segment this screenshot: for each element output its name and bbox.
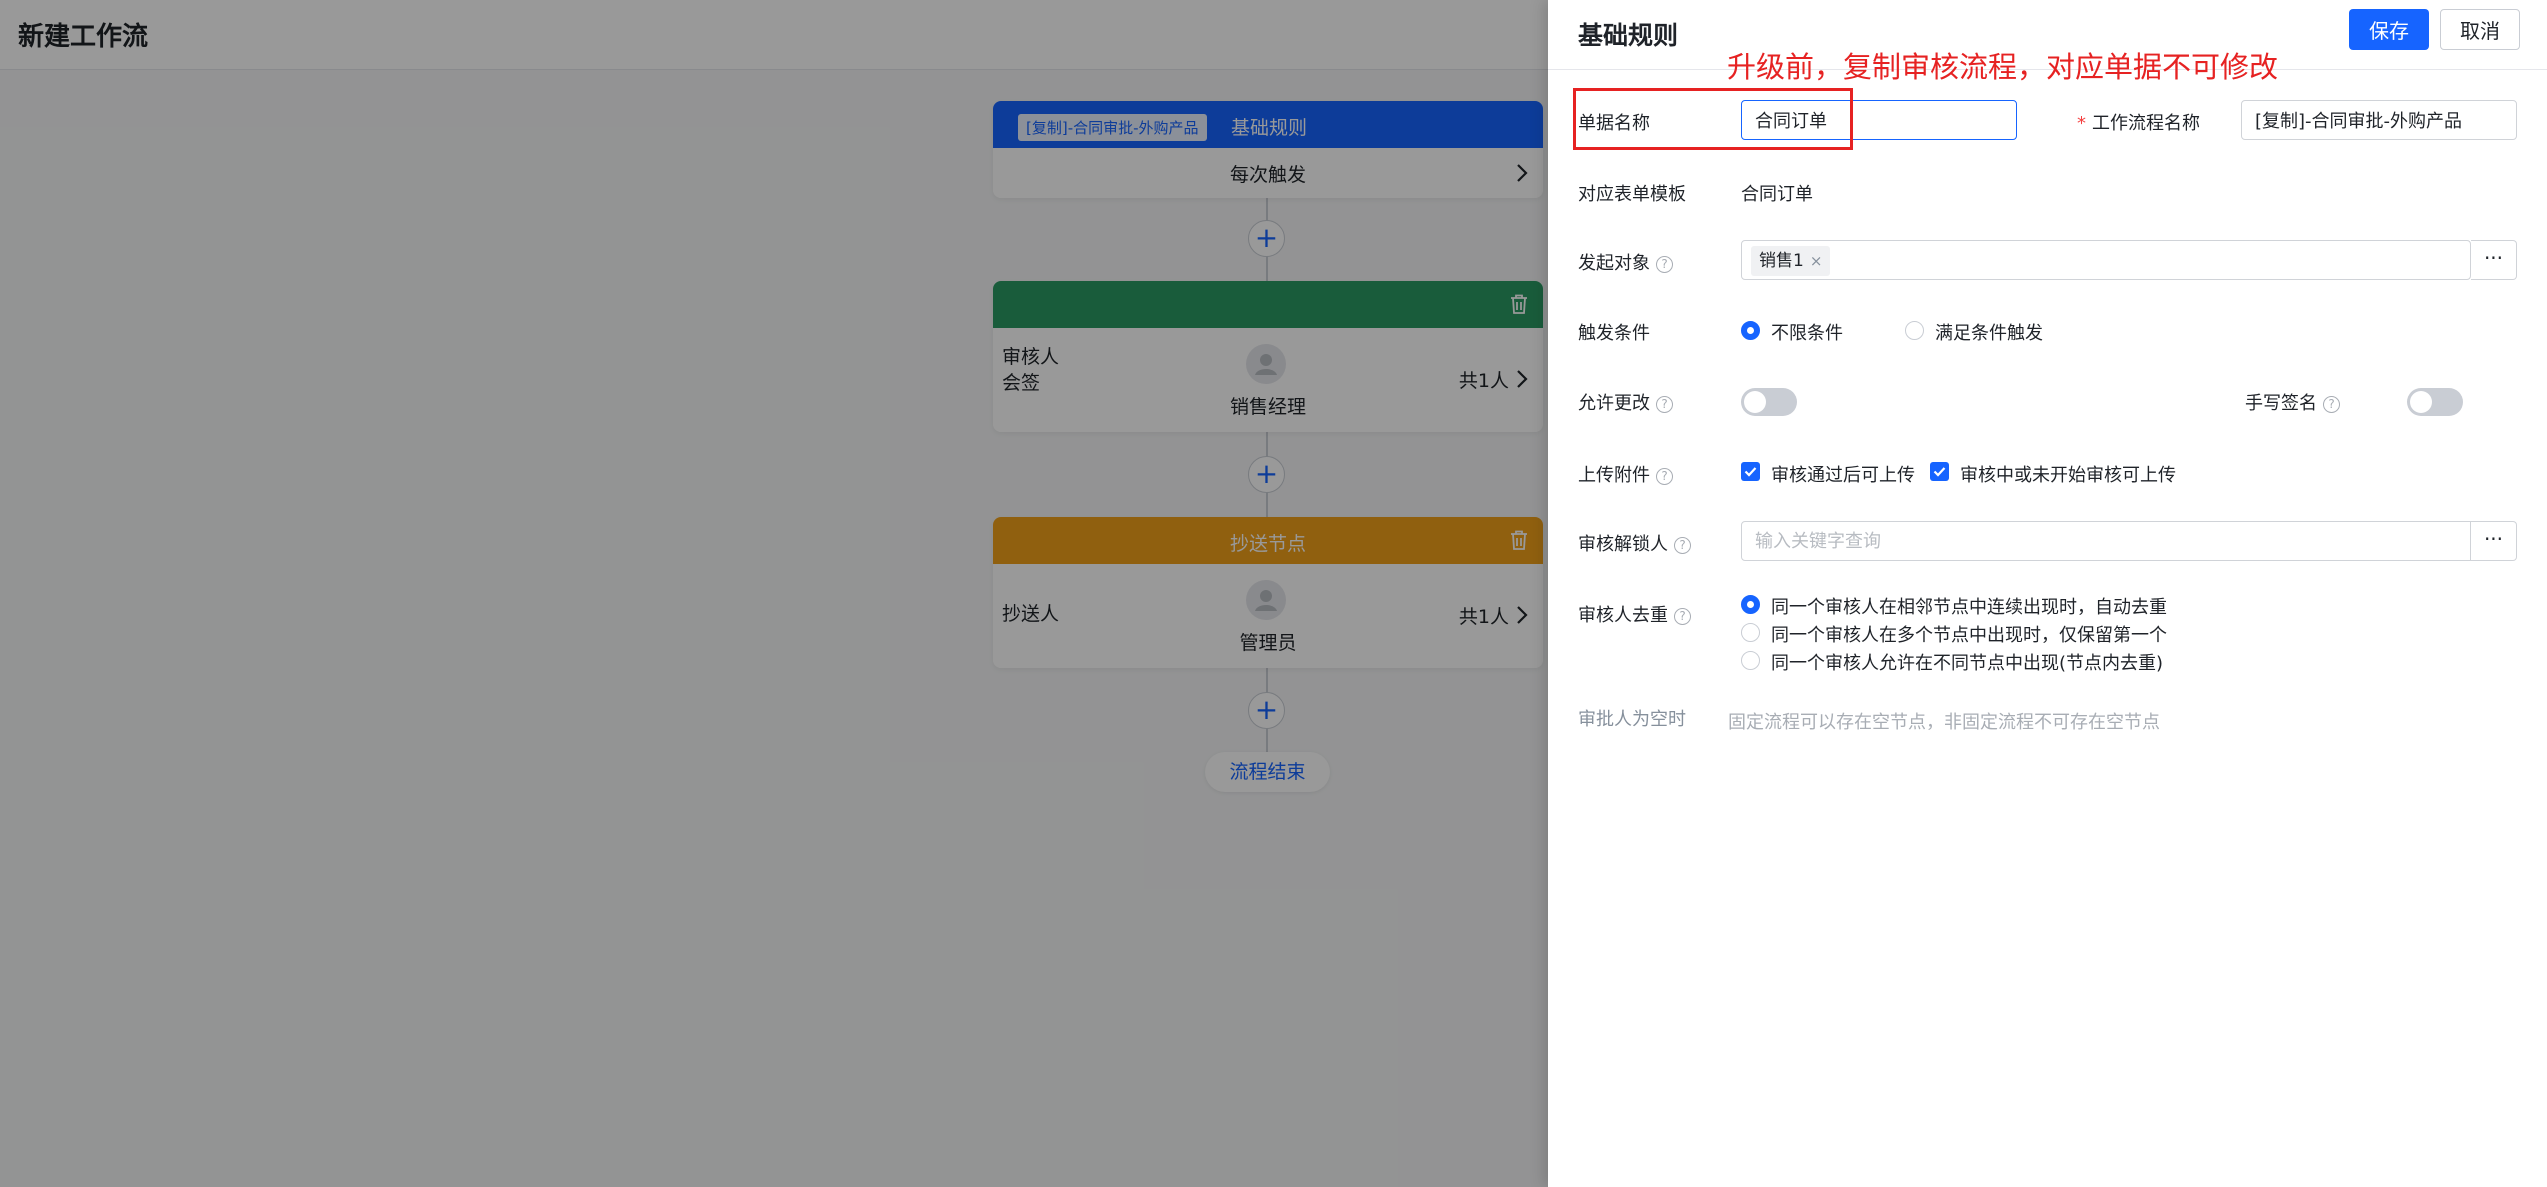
- workflow-name-label-text: 工作流程名称: [2092, 113, 2200, 134]
- trigger-condition-label: 触发条件: [1578, 323, 1650, 344]
- help-icon[interactable]: ?: [1674, 537, 1691, 554]
- help-icon[interactable]: ?: [1656, 256, 1673, 273]
- handwritten-sign-label-text: 手写签名: [2245, 393, 2317, 414]
- help-icon[interactable]: ?: [2323, 396, 2340, 413]
- required-mark: *: [2077, 113, 2086, 134]
- unlocker-search-input[interactable]: [1741, 521, 2471, 561]
- cancel-button[interactable]: 取消: [2440, 9, 2520, 50]
- upload-during-approval-checkbox[interactable]: [1930, 462, 1949, 481]
- upload-attachment-label: 上传附件?: [1578, 461, 1673, 487]
- help-icon[interactable]: ?: [1656, 468, 1673, 485]
- help-icon[interactable]: ?: [1656, 396, 1673, 413]
- basic-rule-drawer: 基础规则 保存 取消 单据名称 *工作流程名称 对应表单模板 合同订单 发起对象…: [1548, 0, 2547, 1187]
- unlocker-label: 审核解锁人?: [1578, 530, 1691, 556]
- radio-conditional-label: 满足条件触发: [1935, 323, 2043, 344]
- radio-unlimited[interactable]: [1741, 321, 1760, 340]
- save-button[interactable]: 保存: [2349, 9, 2429, 50]
- dedupe-option-in-node: 同一个审核人允许在不同节点中出现(节点内去重): [1771, 653, 2164, 674]
- empty-approver-label: 审批人为空时: [1578, 709, 1686, 730]
- workflow-name-input[interactable]: [2241, 100, 2517, 140]
- upload-attachment-label-text: 上传附件: [1578, 465, 1650, 486]
- allow-change-toggle[interactable]: [1741, 388, 1797, 416]
- empty-approver-hint: 固定流程可以存在空节点，非固定流程不可存在空节点: [1728, 712, 2160, 733]
- dedupe-label: 审核人去重?: [1578, 601, 1691, 627]
- initiator-label: 发起对象?: [1578, 249, 1673, 275]
- annotation-text: 升级前，复制审核流程，对应单据不可修改: [1727, 50, 2279, 84]
- dedupe-radio-adjacent[interactable]: [1741, 595, 1760, 614]
- workflow-name-label: * 工作流程名称: [2077, 109, 2200, 135]
- form-template-value: 合同订单: [1741, 184, 1813, 205]
- allow-change-label-text: 允许更改: [1578, 393, 1650, 414]
- radio-unlimited-label: 不限条件: [1771, 323, 1843, 344]
- help-icon[interactable]: ?: [1674, 608, 1691, 625]
- unlocker-label-text: 审核解锁人: [1578, 534, 1668, 555]
- handwritten-sign-label: 手写签名?: [2245, 389, 2340, 415]
- upload-after-approval-label: 审核通过后可上传: [1771, 465, 1915, 486]
- handwritten-sign-toggle[interactable]: [2407, 388, 2463, 416]
- more-options-button[interactable]: ···: [2471, 240, 2517, 280]
- dedupe-option-adjacent: 同一个审核人在相邻节点中连续出现时，自动去重: [1771, 597, 2167, 618]
- initiator-select[interactable]: [1741, 240, 2471, 280]
- dedupe-radio-in-node[interactable]: [1741, 651, 1760, 670]
- drawer-title: 基础规则: [1578, 21, 1679, 50]
- dedupe-option-first: 同一个审核人在多个节点中出现时，仅保留第一个: [1771, 625, 2167, 646]
- initiator-tag[interactable]: 销售1 ×: [1751, 246, 1831, 276]
- upload-during-approval-label: 审核中或未开始审核可上传: [1960, 465, 2176, 486]
- upload-after-approval-checkbox[interactable]: [1741, 462, 1760, 481]
- initiator-label-text: 发起对象: [1578, 253, 1650, 274]
- dedupe-radio-first[interactable]: [1741, 623, 1760, 642]
- radio-conditional[interactable]: [1905, 321, 1924, 340]
- more-options-button[interactable]: ···: [2471, 521, 2517, 561]
- form-template-label: 对应表单模板: [1578, 184, 1686, 205]
- initiator-tag-text: 销售1: [1759, 251, 1804, 271]
- modal-mask[interactable]: [0, 0, 1548, 1187]
- annotation-highlight-box: [1573, 88, 1853, 150]
- dedupe-label-text: 审核人去重: [1578, 605, 1668, 626]
- allow-change-label: 允许更改?: [1578, 389, 1673, 415]
- close-icon[interactable]: ×: [1810, 252, 1823, 270]
